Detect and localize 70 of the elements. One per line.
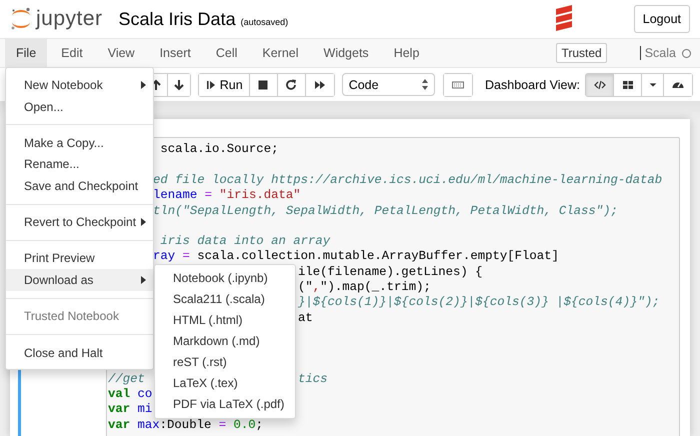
menu-item[interactable]: Close and Halt xyxy=(6,342,153,364)
logo-text: jupyter xyxy=(36,7,103,31)
menu-item[interactable]: Help xyxy=(382,39,430,67)
menu-item[interactable]: HTML (.html) xyxy=(155,310,295,331)
menu-item[interactable]: Rename... xyxy=(6,154,153,176)
grid-icon xyxy=(622,78,634,90)
menu-item-label: Trusted Notebook xyxy=(24,309,120,324)
kernel-logo-icon xyxy=(556,5,572,33)
select-arrows-icon xyxy=(422,79,428,90)
step-icon xyxy=(204,78,217,90)
kernel-name: Scala xyxy=(640,46,676,60)
menu-item[interactable]: Notebook (.ipynb) xyxy=(155,268,295,289)
code-line: (",").map(_.trim); xyxy=(298,280,431,296)
code-line: tln("SepalLength, SepalWidth, PetalLength, PetalWidth, Class"); xyxy=(153,204,618,219)
menu-item-label: Save and Checkpoint xyxy=(24,179,140,194)
menu-item-label: Rename... xyxy=(24,157,80,172)
menu-item[interactable]: Cell xyxy=(204,39,248,67)
notebook-title[interactable]: Scala Iris Data xyxy=(118,8,236,30)
menu-item[interactable]: Scala211 (.scala) xyxy=(155,289,295,310)
menu-item-label: Revert to Checkpoint xyxy=(24,215,138,230)
view-button[interactable] xyxy=(586,74,614,96)
menu-item[interactable]: PDF via LaTeX (.pdf) xyxy=(155,394,295,415)
menu-item[interactable]: Open... xyxy=(6,96,153,118)
code-line: var max:Double = 0.0; xyxy=(108,418,264,434)
menu-item-label: Make a Copy... xyxy=(24,136,105,150)
menu-item[interactable]: View xyxy=(96,39,146,67)
code-line: ed file locally https://archive.ics.uci.edu/ml/machine-learning-datab xyxy=(153,172,662,188)
code-line: //get xyxy=(108,372,145,388)
menu-item[interactable]: Print Preview xyxy=(6,248,153,270)
menu-item[interactable]: LaTeX (.tex) xyxy=(155,373,295,394)
down-arrow-icon xyxy=(172,78,185,90)
code-line: at xyxy=(298,310,313,326)
code-line: var mi xyxy=(108,402,152,418)
menu-item[interactable]: reST (.rst) xyxy=(155,352,295,373)
code-line: ray = scala.collection.mutable.ArrayBuffer.empty[Float] xyxy=(153,249,559,265)
menu-item[interactable]: Widgets xyxy=(312,39,380,67)
code-line: iris data into an array xyxy=(159,234,330,250)
save-status: (autosaved) xyxy=(240,16,288,26)
logout-button[interactable]: Logout xyxy=(634,5,690,33)
menu-item[interactable]: Kernel xyxy=(251,39,310,67)
run-button[interactable]: Run xyxy=(198,74,250,96)
menu-item[interactable]: File xyxy=(5,39,48,67)
code-line: ile(filename).getLines) { xyxy=(298,264,482,280)
logo-icon xyxy=(10,7,32,31)
code-line: lename = "iris.data" xyxy=(153,188,301,204)
menu-item[interactable]: Edit xyxy=(50,39,94,67)
code-icon xyxy=(594,78,606,90)
menu-item[interactable]: Insert xyxy=(148,39,202,67)
menu-item-label: Open... xyxy=(24,100,64,114)
code-line: }|${cols(1)}|${cols(2)}|${cols(3)} |${cols(4)}"); xyxy=(298,295,660,311)
menu-item[interactable]: Download as xyxy=(6,269,153,291)
dashboard-view-label: Dashboard View: xyxy=(485,78,580,92)
code-line: val co xyxy=(108,387,152,402)
menu-item-label: Download as xyxy=(24,273,94,288)
code-line: scala.io.Source; xyxy=(159,142,278,158)
menu-item[interactable]: New Notebook xyxy=(6,74,153,96)
menu-item[interactable]: Revert to Checkpoint xyxy=(6,211,153,234)
menu-item[interactable]: Make a Copy... xyxy=(6,132,153,154)
restart-icon xyxy=(285,78,298,90)
menu-item[interactable]: Save and Checkpoint xyxy=(6,175,153,197)
keyboard-icon xyxy=(452,78,464,90)
menu-item-label: Close and Halt xyxy=(24,346,104,360)
menu-item-label: New Notebook xyxy=(24,78,104,92)
menu-item-label: Print Preview xyxy=(24,251,96,266)
trusted-button[interactable]: Trusted xyxy=(556,43,607,63)
fast-forward-icon xyxy=(314,78,326,90)
cell-type-select[interactable]: Code xyxy=(342,73,436,96)
code-line: tics xyxy=(298,372,328,388)
menu-item[interactable]: Markdown (.md) xyxy=(155,331,295,352)
stop-icon xyxy=(257,78,270,90)
